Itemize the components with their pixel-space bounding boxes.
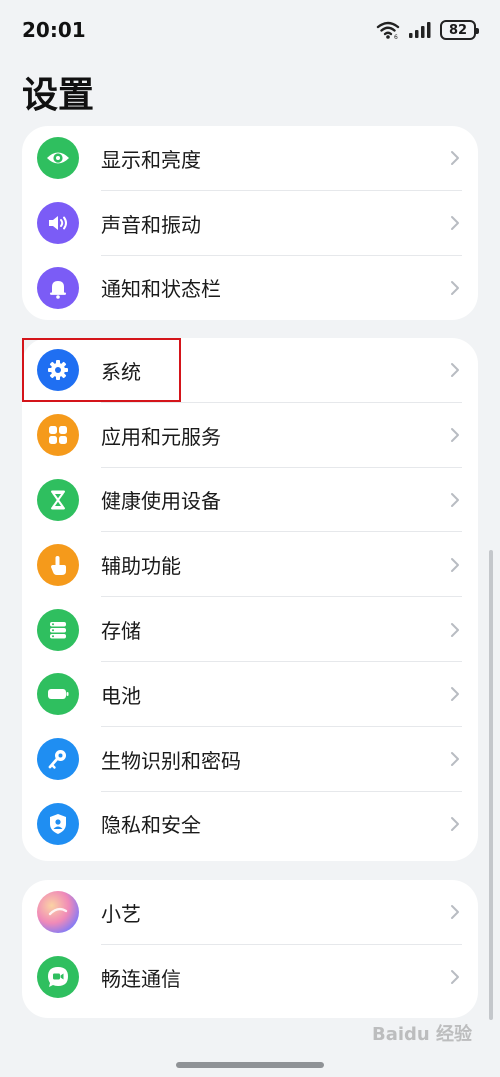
hand-touch-icon <box>37 543 79 586</box>
chevron-right-icon <box>451 905 459 920</box>
settings-item-label: 通知和状态栏 <box>101 277 221 302</box>
bell-icon <box>37 266 79 309</box>
chevron-right-icon <box>451 752 459 767</box>
hourglass-icon <box>37 478 79 521</box>
chevron-right-icon <box>451 151 459 166</box>
chevron-right-icon <box>451 622 459 637</box>
settings-group-system: 系统 应用和元服务 健康使用设备 辅助功能 存储 电池 生物识别和密码 隐私和安… <box>22 338 478 861</box>
settings-group-display: 显示和亮度 声音和振动 通知和状态栏 <box>22 126 478 320</box>
settings-item-battery[interactable]: 电池 <box>22 662 478 727</box>
settings-item-label: 应用和元服务 <box>101 424 221 449</box>
chevron-right-icon <box>451 216 459 231</box>
settings-item-label: 电池 <box>101 683 141 708</box>
settings-item-label: 隐私和安全 <box>101 813 201 838</box>
key-icon <box>37 738 79 781</box>
page-title: 设置 <box>22 75 95 116</box>
chevron-right-icon <box>451 280 459 295</box>
status-bar: 20:01 6 82 <box>0 0 500 60</box>
battery-icon <box>37 673 79 716</box>
signal-icon <box>409 22 431 38</box>
chevron-right-icon <box>451 816 459 831</box>
settings-item-meetime[interactable]: 畅连通信 <box>22 945 478 1010</box>
settings-item-label: 生物识别和密码 <box>101 748 241 773</box>
chevron-right-icon <box>451 557 459 572</box>
settings-item-label: 声音和振动 <box>101 212 201 237</box>
settings-item-label: 健康使用设备 <box>101 489 221 514</box>
settings-item-sound[interactable]: 声音和振动 <box>22 191 478 256</box>
battery-indicator: 82 <box>440 20 479 40</box>
settings-item-label: 畅连通信 <box>101 966 181 991</box>
wifi-icon: 6 <box>376 21 400 40</box>
assistant-orb-icon <box>37 891 79 934</box>
watermark: Baidu 经验 <box>371 1024 472 1045</box>
settings-item-storage[interactable]: 存储 <box>22 597 478 662</box>
status-time: 20:01 <box>22 18 86 42</box>
chevron-right-icon <box>451 428 459 443</box>
shield-person-icon <box>37 802 79 845</box>
chevron-right-icon <box>451 492 459 507</box>
video-call-icon <box>37 956 79 999</box>
settings-item-label: 辅助功能 <box>101 554 181 579</box>
settings-item-privacy[interactable]: 隐私和安全 <box>22 792 478 857</box>
home-indicator[interactable] <box>176 1062 324 1068</box>
settings-item-biometrics[interactable]: 生物识别和密码 <box>22 727 478 792</box>
settings-item-display[interactable]: 显示和亮度 <box>22 126 478 191</box>
highlight-box <box>22 338 181 402</box>
eye-icon <box>37 137 79 180</box>
scrollbar[interactable] <box>489 550 493 1020</box>
apps-grid-icon <box>37 414 79 457</box>
speaker-icon <box>37 202 79 245</box>
settings-item-label: 存储 <box>101 619 141 644</box>
storage-icon <box>37 608 79 651</box>
chevron-right-icon <box>451 687 459 702</box>
settings-group-assistant: 小艺 畅连通信 <box>22 880 478 1018</box>
settings-item-digital-balance[interactable]: 健康使用设备 <box>22 468 478 533</box>
svg-text:6: 6 <box>394 34 398 40</box>
settings-item-notifications[interactable]: 通知和状态栏 <box>22 256 478 320</box>
chevron-right-icon <box>451 363 459 378</box>
settings-item-label: 显示和亮度 <box>101 147 201 172</box>
settings-item-celia[interactable]: 小艺 <box>22 880 478 945</box>
settings-item-label: 小艺 <box>101 901 141 926</box>
chevron-right-icon <box>451 970 459 985</box>
settings-item-accessibility[interactable]: 辅助功能 <box>22 532 478 598</box>
status-icons: 6 82 <box>376 19 479 41</box>
settings-item-apps[interactable]: 应用和元服务 <box>22 403 478 468</box>
